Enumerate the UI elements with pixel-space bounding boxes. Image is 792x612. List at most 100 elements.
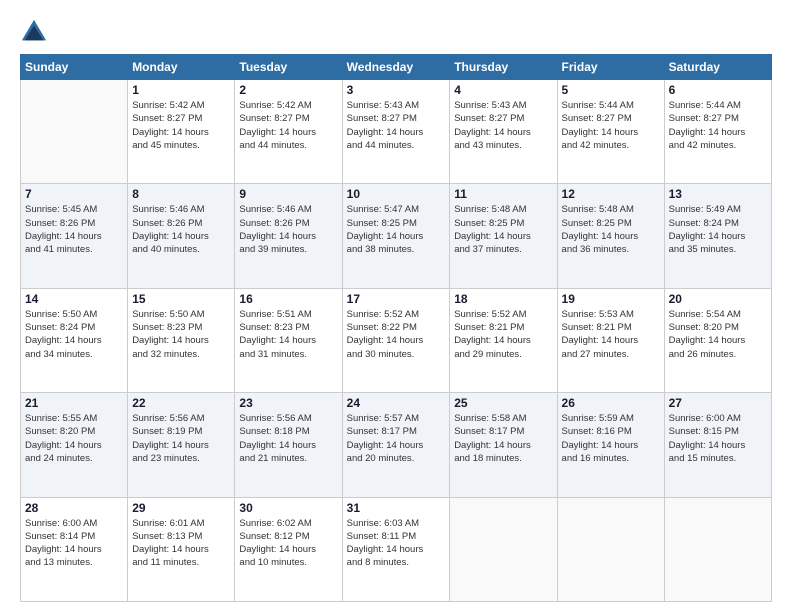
day-info: Sunrise: 5:57 AM Sunset: 8:17 PM Dayligh… [347,412,446,465]
day-info: Sunrise: 5:48 AM Sunset: 8:25 PM Dayligh… [562,203,660,256]
day-info: Sunrise: 5:45 AM Sunset: 8:26 PM Dayligh… [25,203,123,256]
day-number: 19 [562,292,660,306]
day-number: 14 [25,292,123,306]
calendar-week-2: 7Sunrise: 5:45 AM Sunset: 8:26 PM Daylig… [21,184,772,288]
calendar-cell: 18 Sunrise: 5:52 AM Sunset: 8:21 PM Dayli… [450,288,557,392]
calendar-header-saturday: Saturday [664,55,771,80]
day-number: 23 [239,396,337,410]
calendar-cell: 30 Sunrise: 6:02 AM Sunset: 8:12 PM Dayli… [235,497,342,601]
day-number: 5 [562,83,660,97]
day-info: Sunrise: 5:58 AM Sunset: 8:17 PM Dayligh… [454,412,552,465]
day-number: 13 [669,187,767,201]
day-number: 30 [239,501,337,515]
day-number: 21 [25,396,123,410]
calendar-cell: 12 Sunrise: 5:48 AM Sunset: 8:25 PM Dayli… [557,184,664,288]
logo-icon [20,18,48,46]
day-number: 4 [454,83,552,97]
calendar-cell: 3 Sunrise: 5:43 AM Sunset: 8:27 PM Daylig… [342,80,450,184]
calendar-cell: 20 Sunrise: 5:54 AM Sunset: 8:20 PM Dayli… [664,288,771,392]
day-info: Sunrise: 5:42 AM Sunset: 8:27 PM Dayligh… [239,99,337,152]
day-number: 29 [132,501,230,515]
day-info: Sunrise: 5:51 AM Sunset: 8:23 PM Dayligh… [239,308,337,361]
calendar-header-thursday: Thursday [450,55,557,80]
calendar-cell: 8Sunrise: 5:46 AM Sunset: 8:26 PM Daylig… [128,184,235,288]
calendar-cell: 5Sunrise: 5:44 AM Sunset: 8:27 PM Daylig… [557,80,664,184]
day-info: Sunrise: 5:53 AM Sunset: 8:21 PM Dayligh… [562,308,660,361]
calendar-cell: 9 Sunrise: 5:46 AM Sunset: 8:26 PM Daylig… [235,184,342,288]
day-info: Sunrise: 6:00 AM Sunset: 8:14 PM Dayligh… [25,517,123,570]
calendar-cell [450,497,557,601]
day-number: 28 [25,501,123,515]
day-number: 12 [562,187,660,201]
calendar-header-tuesday: Tuesday [235,55,342,80]
day-info: Sunrise: 5:48 AM Sunset: 8:25 PM Dayligh… [454,203,552,256]
day-info: Sunrise: 5:46 AM Sunset: 8:26 PM Dayligh… [239,203,337,256]
calendar-cell: 23 Sunrise: 5:56 AM Sunset: 8:18 PM Dayli… [235,393,342,497]
calendar-cell: 10 Sunrise: 5:47 AM Sunset: 8:25 PM Dayli… [342,184,450,288]
day-number: 20 [669,292,767,306]
day-number: 18 [454,292,552,306]
calendar-header-friday: Friday [557,55,664,80]
day-info: Sunrise: 5:43 AM Sunset: 8:27 PM Dayligh… [347,99,446,152]
day-number: 24 [347,396,446,410]
day-info: Sunrise: 6:02 AM Sunset: 8:12 PM Dayligh… [239,517,337,570]
day-number: 11 [454,187,552,201]
day-number: 1 [132,83,230,97]
day-number: 15 [132,292,230,306]
calendar-cell: 14 Sunrise: 5:50 AM Sunset: 8:24 PM Dayli… [21,288,128,392]
calendar-cell: 25 Sunrise: 5:58 AM Sunset: 8:17 PM Dayli… [450,393,557,497]
logo [20,18,52,46]
calendar-header-wednesday: Wednesday [342,55,450,80]
calendar-cell: 21 Sunrise: 5:55 AM Sunset: 8:20 PM Dayli… [21,393,128,497]
calendar-cell: 19 Sunrise: 5:53 AM Sunset: 8:21 PM Dayli… [557,288,664,392]
calendar-header-sunday: Sunday [21,55,128,80]
calendar-table: SundayMondayTuesdayWednesdayThursdayFrid… [20,54,772,602]
calendar-cell: 29 Sunrise: 6:01 AM Sunset: 8:13 PM Dayli… [128,497,235,601]
day-number: 9 [239,187,337,201]
day-info: Sunrise: 5:56 AM Sunset: 8:18 PM Dayligh… [239,412,337,465]
calendar-cell [21,80,128,184]
day-number: 25 [454,396,552,410]
day-info: Sunrise: 6:03 AM Sunset: 8:11 PM Dayligh… [347,517,446,570]
day-info: Sunrise: 5:43 AM Sunset: 8:27 PM Dayligh… [454,99,552,152]
day-info: Sunrise: 5:59 AM Sunset: 8:16 PM Dayligh… [562,412,660,465]
calendar-week-4: 21 Sunrise: 5:55 AM Sunset: 8:20 PM Dayli… [21,393,772,497]
calendar-cell: 22 Sunrise: 5:56 AM Sunset: 8:19 PM Dayli… [128,393,235,497]
calendar-cell: 28 Sunrise: 6:00 AM Sunset: 8:14 PM Dayli… [21,497,128,601]
calendar-header-row: SundayMondayTuesdayWednesdayThursdayFrid… [21,55,772,80]
calendar-cell: 2Sunrise: 5:42 AM Sunset: 8:27 PM Daylig… [235,80,342,184]
day-number: 16 [239,292,337,306]
day-info: Sunrise: 5:50 AM Sunset: 8:23 PM Dayligh… [132,308,230,361]
page: SundayMondayTuesdayWednesdayThursdayFrid… [0,0,792,612]
calendar-cell: 4 Sunrise: 5:43 AM Sunset: 8:27 PM Daylig… [450,80,557,184]
calendar-cell: 17 Sunrise: 5:52 AM Sunset: 8:22 PM Dayli… [342,288,450,392]
day-number: 27 [669,396,767,410]
header [20,18,772,46]
calendar-cell: 6 Sunrise: 5:44 AM Sunset: 8:27 PM Daylig… [664,80,771,184]
calendar-week-5: 28 Sunrise: 6:00 AM Sunset: 8:14 PM Dayli… [21,497,772,601]
day-number: 3 [347,83,446,97]
calendar-cell: 11 Sunrise: 5:48 AM Sunset: 8:25 PM Dayli… [450,184,557,288]
calendar-cell [557,497,664,601]
calendar-cell: 24 Sunrise: 5:57 AM Sunset: 8:17 PM Dayli… [342,393,450,497]
day-info: Sunrise: 5:46 AM Sunset: 8:26 PM Dayligh… [132,203,230,256]
calendar-week-1: 1 Sunrise: 5:42 AM Sunset: 8:27 PM Daylig… [21,80,772,184]
calendar-header-monday: Monday [128,55,235,80]
day-number: 10 [347,187,446,201]
day-number: 6 [669,83,767,97]
calendar-week-3: 14 Sunrise: 5:50 AM Sunset: 8:24 PM Dayli… [21,288,772,392]
day-info: Sunrise: 5:52 AM Sunset: 8:22 PM Dayligh… [347,308,446,361]
day-info: Sunrise: 6:00 AM Sunset: 8:15 PM Dayligh… [669,412,767,465]
day-info: Sunrise: 5:54 AM Sunset: 8:20 PM Dayligh… [669,308,767,361]
day-info: Sunrise: 5:50 AM Sunset: 8:24 PM Dayligh… [25,308,123,361]
day-info: Sunrise: 5:52 AM Sunset: 8:21 PM Dayligh… [454,308,552,361]
day-info: Sunrise: 6:01 AM Sunset: 8:13 PM Dayligh… [132,517,230,570]
calendar-cell: 13Sunrise: 5:49 AM Sunset: 8:24 PM Dayli… [664,184,771,288]
calendar-cell: 15 Sunrise: 5:50 AM Sunset: 8:23 PM Dayli… [128,288,235,392]
day-info: Sunrise: 5:47 AM Sunset: 8:25 PM Dayligh… [347,203,446,256]
day-number: 17 [347,292,446,306]
day-info: Sunrise: 5:44 AM Sunset: 8:27 PM Dayligh… [669,99,767,152]
day-info: Sunrise: 5:56 AM Sunset: 8:19 PM Dayligh… [132,412,230,465]
day-number: 22 [132,396,230,410]
day-info: Sunrise: 5:55 AM Sunset: 8:20 PM Dayligh… [25,412,123,465]
